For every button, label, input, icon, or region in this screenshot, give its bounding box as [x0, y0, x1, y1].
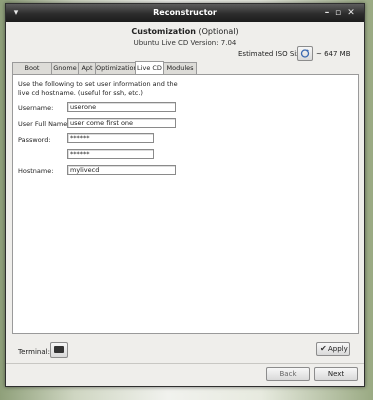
- page-title-main: Customization: [131, 27, 196, 36]
- back-button[interactable]: Back: [266, 367, 310, 381]
- live-cd-intro-text: Use the following to set user informatio…: [18, 80, 178, 97]
- terminal-button[interactable]: [50, 342, 68, 358]
- window-title: Reconstructor: [153, 8, 217, 17]
- title-bar[interactable]: ▾ Reconstructor – ▫ ✕: [6, 4, 364, 22]
- tab-live-cd[interactable]: Live CD: [135, 61, 164, 74]
- password-label: Password:: [18, 136, 51, 144]
- terminal-label: Terminal:: [18, 348, 50, 356]
- minimize-icon[interactable]: –: [322, 8, 332, 18]
- page-title: Customization (Optional): [6, 27, 364, 36]
- username-label: Username:: [18, 104, 54, 112]
- tab-optimization[interactable]: Optimization: [95, 62, 138, 74]
- apply-label: Apply: [328, 345, 348, 353]
- hostname-label: Hostname:: [18, 167, 54, 175]
- refresh-icon: [300, 49, 310, 58]
- tab-apt[interactable]: Apt: [78, 62, 96, 74]
- password-input[interactable]: [67, 133, 154, 143]
- live-cd-panel: Use the following to set user informatio…: [12, 74, 359, 334]
- apply-button[interactable]: ✔ Apply: [316, 342, 350, 356]
- tab-boot-screen[interactable]: Boot Screen: [12, 62, 52, 83]
- close-icon[interactable]: ✕: [346, 8, 356, 18]
- checkmark-icon: ✔: [320, 344, 327, 353]
- tab-gnome[interactable]: Gnome: [51, 62, 79, 74]
- next-button[interactable]: Next: [314, 367, 358, 381]
- reconstructor-window: ▾ Reconstructor – ▫ ✕ Customization (Opt…: [5, 3, 365, 387]
- refresh-iso-size-button[interactable]: [297, 46, 313, 61]
- password-confirm-input[interactable]: [67, 149, 154, 159]
- username-input[interactable]: [67, 102, 176, 112]
- user-full-name-input[interactable]: [67, 118, 176, 128]
- page-title-suffix: (Optional): [198, 27, 239, 36]
- maximize-icon[interactable]: ▫: [333, 8, 343, 18]
- footer-divider: [6, 363, 364, 364]
- terminal-icon: [54, 346, 64, 353]
- hostname-input[interactable]: [67, 165, 176, 175]
- user-full-name-label: User Full Name:: [18, 120, 70, 128]
- tab-modules[interactable]: Modules: [163, 62, 197, 74]
- iso-size-value: ~ 647 MB: [316, 50, 351, 58]
